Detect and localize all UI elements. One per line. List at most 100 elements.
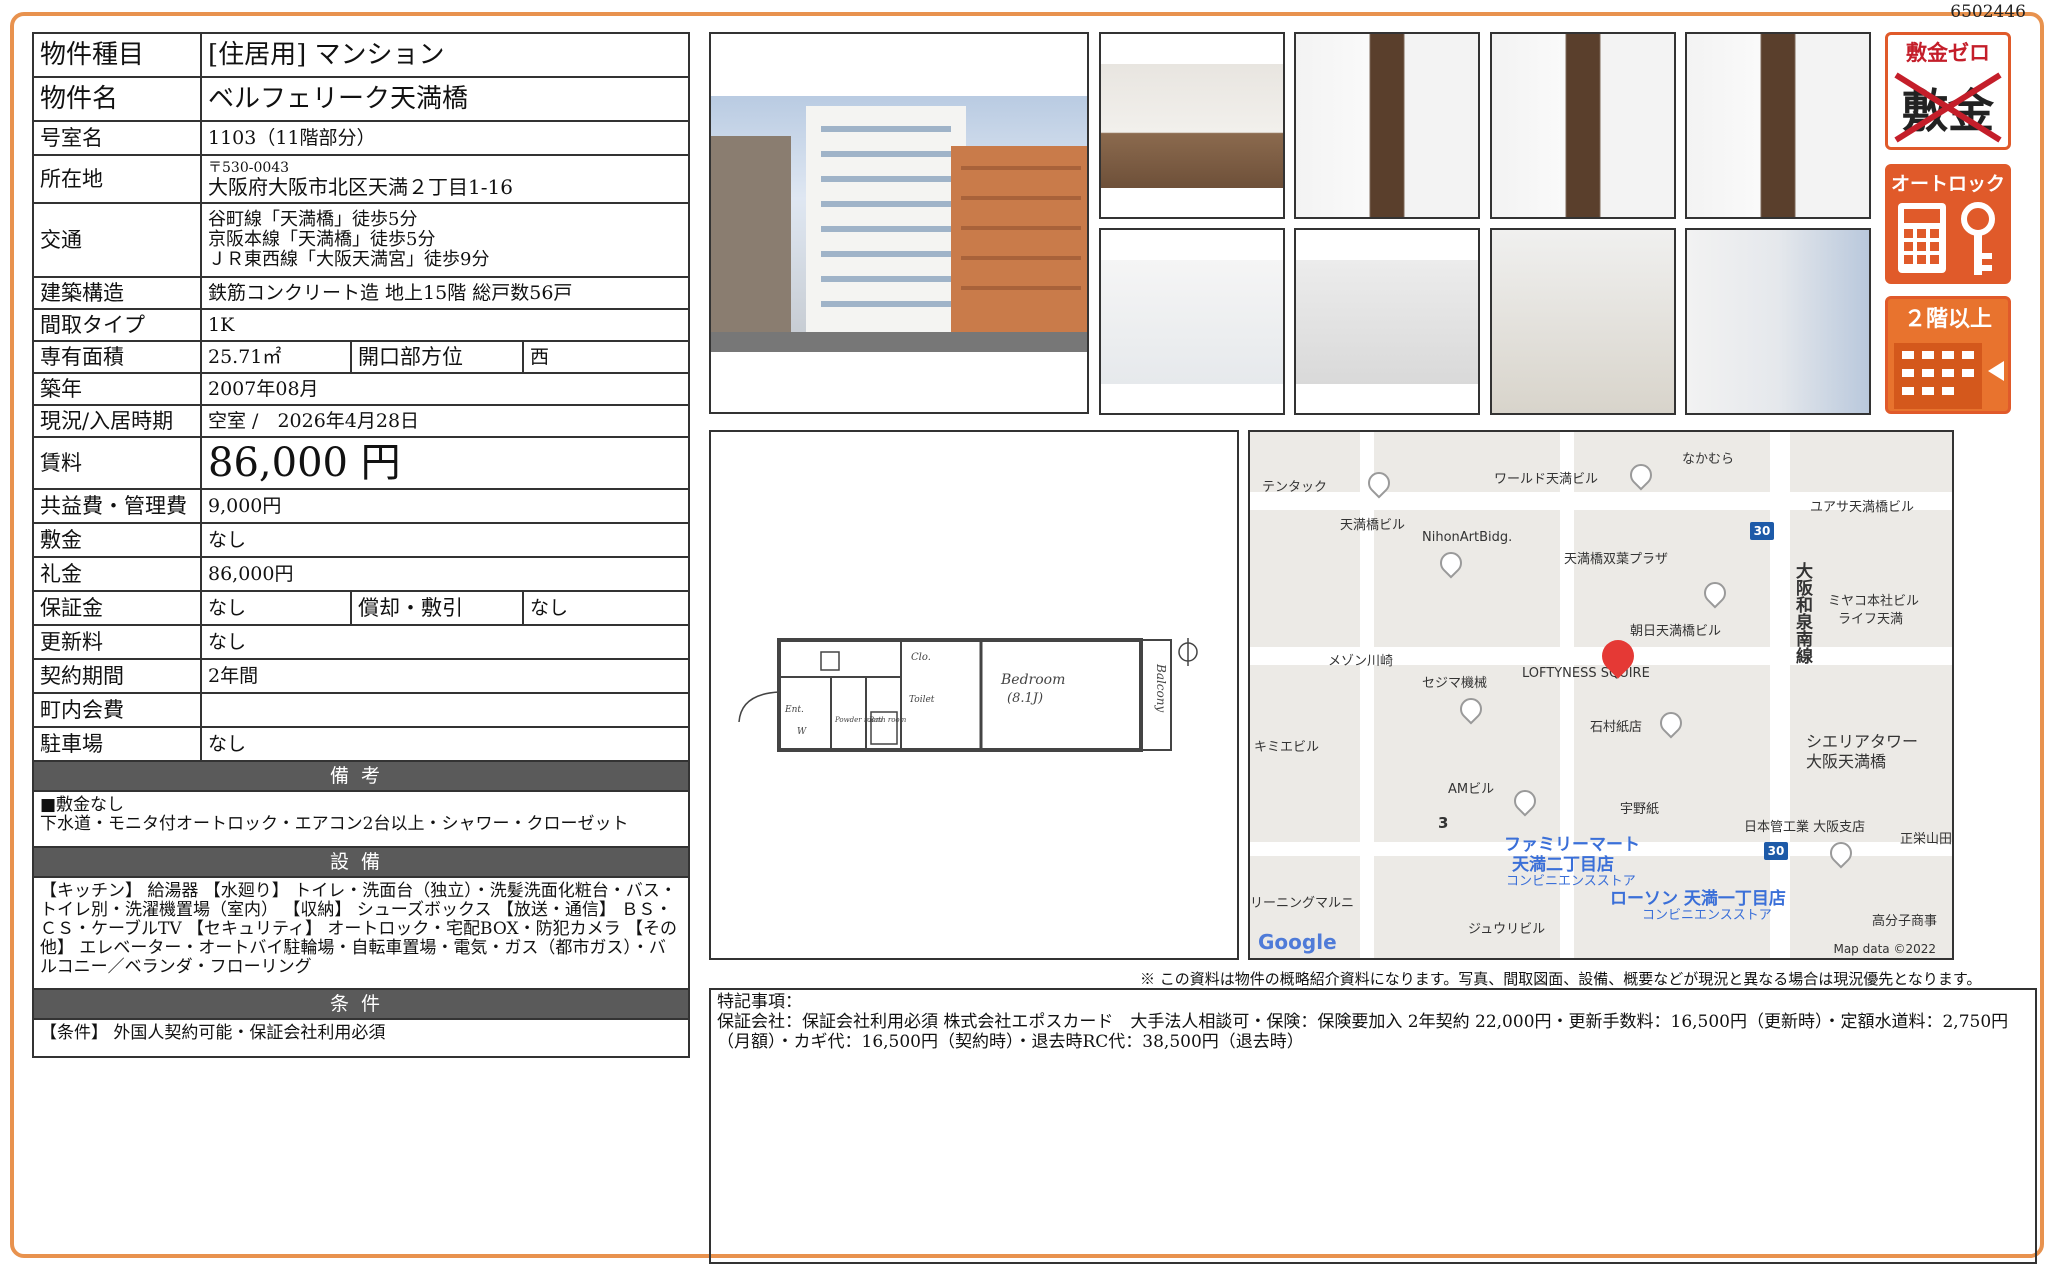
guarantee-label: 保証金: [32, 590, 202, 626]
poi-pin-icon: [1455, 693, 1487, 725]
special-notes-box: 特記事項： 保証会社：保証会社利用必須 株式会社エポスカード 大手法人相談可・保…: [709, 988, 2037, 1264]
map-label: LOFTYNESS SQUIRE: [1522, 666, 1650, 681]
name-value: ベルフェリーク天満橋: [199, 76, 691, 122]
renewal-label: 更新料: [32, 624, 202, 660]
autolock-badge: オートロック: [1885, 164, 2011, 284]
layout-value: 1K: [199, 308, 691, 342]
balcony-label: Balcony: [1154, 663, 1168, 712]
washer-label: W: [797, 727, 807, 737]
special-notes-text: 保証会社：保証会社利用必須 株式会社エポスカード 大手法人相談可・保険：保険要加…: [717, 1012, 2009, 1052]
built-value: 2007年08月: [199, 372, 691, 406]
transport-line: 谷町線「天満橋」徒歩5分: [208, 209, 418, 230]
facilities-heading: 設備: [31, 846, 691, 878]
name-label: 物件名: [32, 76, 202, 122]
map-label: リーニングマルニ: [1250, 896, 1355, 911]
store-label: コンビニエンスストア: [1642, 908, 1772, 923]
rent-value: 86,000 円: [199, 436, 691, 490]
map-label: ミヤコ本社ビル: [1828, 594, 1920, 609]
map-label: ライフ天満: [1838, 612, 1904, 627]
transport-line: 京阪本線「天満橋」徒歩5分: [208, 229, 436, 250]
building-icon: [1894, 343, 2004, 409]
contract-value: 2年間: [199, 658, 691, 694]
special-notes-title: 特記事項：: [717, 992, 802, 1012]
route-30-sign: 30: [1750, 522, 1774, 540]
second-floor-badge: ２階以上: [1885, 296, 2011, 414]
parking-label: 駐車場: [32, 726, 202, 762]
key-money-label: 礼金: [32, 556, 202, 592]
type-label: 物件種目: [32, 32, 202, 78]
google-logo: Google: [1258, 930, 1337, 954]
kitchen-photo: [1685, 32, 1871, 219]
map-label: 高分子商事: [1872, 914, 1938, 929]
room-value: 1103（11階部分）: [199, 120, 691, 156]
map-label: なかむら: [1682, 452, 1735, 467]
disclaimer-note: ※ この資料は物件の概略紹介資料になります。写真、間取図面、設備、概要などが現況…: [1140, 970, 1982, 988]
keypad-key-icon: [1898, 202, 1995, 275]
washroom-photo: [1490, 228, 1676, 415]
poi-pin-icon: [1699, 577, 1731, 609]
poi-pin-icon: [1655, 707, 1687, 739]
location-map[interactable]: テンタック ワールド天満ビル なかむら ユアサ天満橋ビル 天満橋ビル Nihon…: [1248, 430, 1954, 960]
bedroom-size: (8.1J): [1007, 691, 1043, 706]
guarantee-value: なし: [200, 590, 352, 626]
map-label: セジマ機械: [1422, 676, 1488, 691]
map-label: 正栄山田: [1900, 832, 1953, 847]
room-label: 号室名: [32, 120, 202, 156]
map-label: 大阪天満橋: [1806, 752, 1887, 771]
map-label: 朝日天満橋ビル: [1630, 624, 1722, 639]
community-value: [199, 692, 691, 728]
direction-label: 開口部方位: [350, 340, 524, 374]
facilities-body: 【キッチン】 給湯器 【水廻り】 トイレ・洗面台（独立）・洗髪洗面化粧台・バス・…: [31, 876, 691, 990]
transport-line: ＪＲ東西線「大阪天満宮」徒歩9分: [208, 249, 490, 270]
map-label: 石村紙店: [1590, 720, 1643, 735]
map-label: AMビル: [1448, 782, 1495, 797]
zip-code: 〒530-0043: [208, 159, 290, 176]
address-label: 所在地: [32, 154, 202, 204]
map-label: 日本管工業 大阪支店: [1744, 820, 1866, 835]
map-label: 天満橋双葉プラザ: [1564, 552, 1669, 567]
map-label: 3: [1438, 814, 1449, 832]
map-label: ユアサ天満橋ビル: [1810, 500, 1915, 515]
balcony-photo: [1685, 228, 1871, 415]
bath-photo: [1099, 228, 1285, 415]
cross-icon: [1894, 72, 2002, 143]
fee-label: 共益費・管理費: [32, 488, 202, 524]
fee-value: 9,000円: [199, 488, 691, 524]
map-road-label: 大阪和泉南線: [1792, 562, 1812, 664]
rent-label: 賃料: [32, 436, 202, 490]
map-label: ワールド天満ビル: [1494, 472, 1599, 487]
structure-value: 鉄筋コンクリート造 地上15階 総戸数56戸: [199, 276, 691, 310]
toilet-photo: [1294, 228, 1480, 415]
floor-plan-drawing: Bedroom (8.1J) Balcony Clo. Ent. Powder …: [738, 638, 1198, 752]
conditions-body: 【条件】 外国人契約可能・保証会社利用必須: [31, 1018, 691, 1058]
corridor-photo: [1490, 32, 1676, 219]
bath-label: Bath room: [868, 716, 907, 724]
direction-value: 西: [521, 340, 691, 374]
type-value: [住居用] マンション: [199, 32, 691, 78]
map-attribution: Map data ©2022: [1833, 942, 1936, 956]
building-illustration: [711, 106, 1087, 352]
remarks-line: ■敷金なし: [40, 795, 125, 815]
route-30-sign: 30: [1764, 842, 1788, 860]
floor-plan: Bedroom (8.1J) Balcony Clo. Ent. Powder …: [709, 430, 1239, 960]
parking-value: なし: [199, 726, 691, 762]
contract-label: 契約期間: [32, 658, 202, 694]
status-value: 空室 / 2026年4月28日: [199, 404, 691, 438]
autolock-text: オートロック: [1890, 173, 2005, 195]
room-photo: [1099, 32, 1285, 219]
community-label: 町内会費: [32, 692, 202, 728]
built-label: 築年: [32, 372, 202, 406]
amort-label: 償却・敷引: [350, 590, 524, 626]
layout-label: 間取タイプ: [32, 308, 202, 342]
conditions-heading: 条件: [31, 988, 691, 1020]
status-label: 現況/入居時期: [32, 404, 202, 438]
remarks-heading: 備考: [31, 760, 691, 792]
area-label: 専有面積: [32, 340, 202, 374]
building-photo: [709, 32, 1089, 414]
property-table: 物件種目 [住居用] マンション 物件名 ベルフェリーク天満橋 号室名 1103…: [31, 32, 691, 1058]
poi-pin-icon: [1625, 459, 1657, 491]
address-cell: 〒530-0043 大阪府大阪市北区天満２丁目1-16: [199, 154, 691, 204]
bedroom-label: Bedroom: [1000, 672, 1065, 688]
remarks-line: 下水道・モニタ付オートロック・エアコン2台以上・シャワー・クローゼット: [40, 814, 629, 834]
entrance-label: Ent.: [784, 705, 804, 715]
